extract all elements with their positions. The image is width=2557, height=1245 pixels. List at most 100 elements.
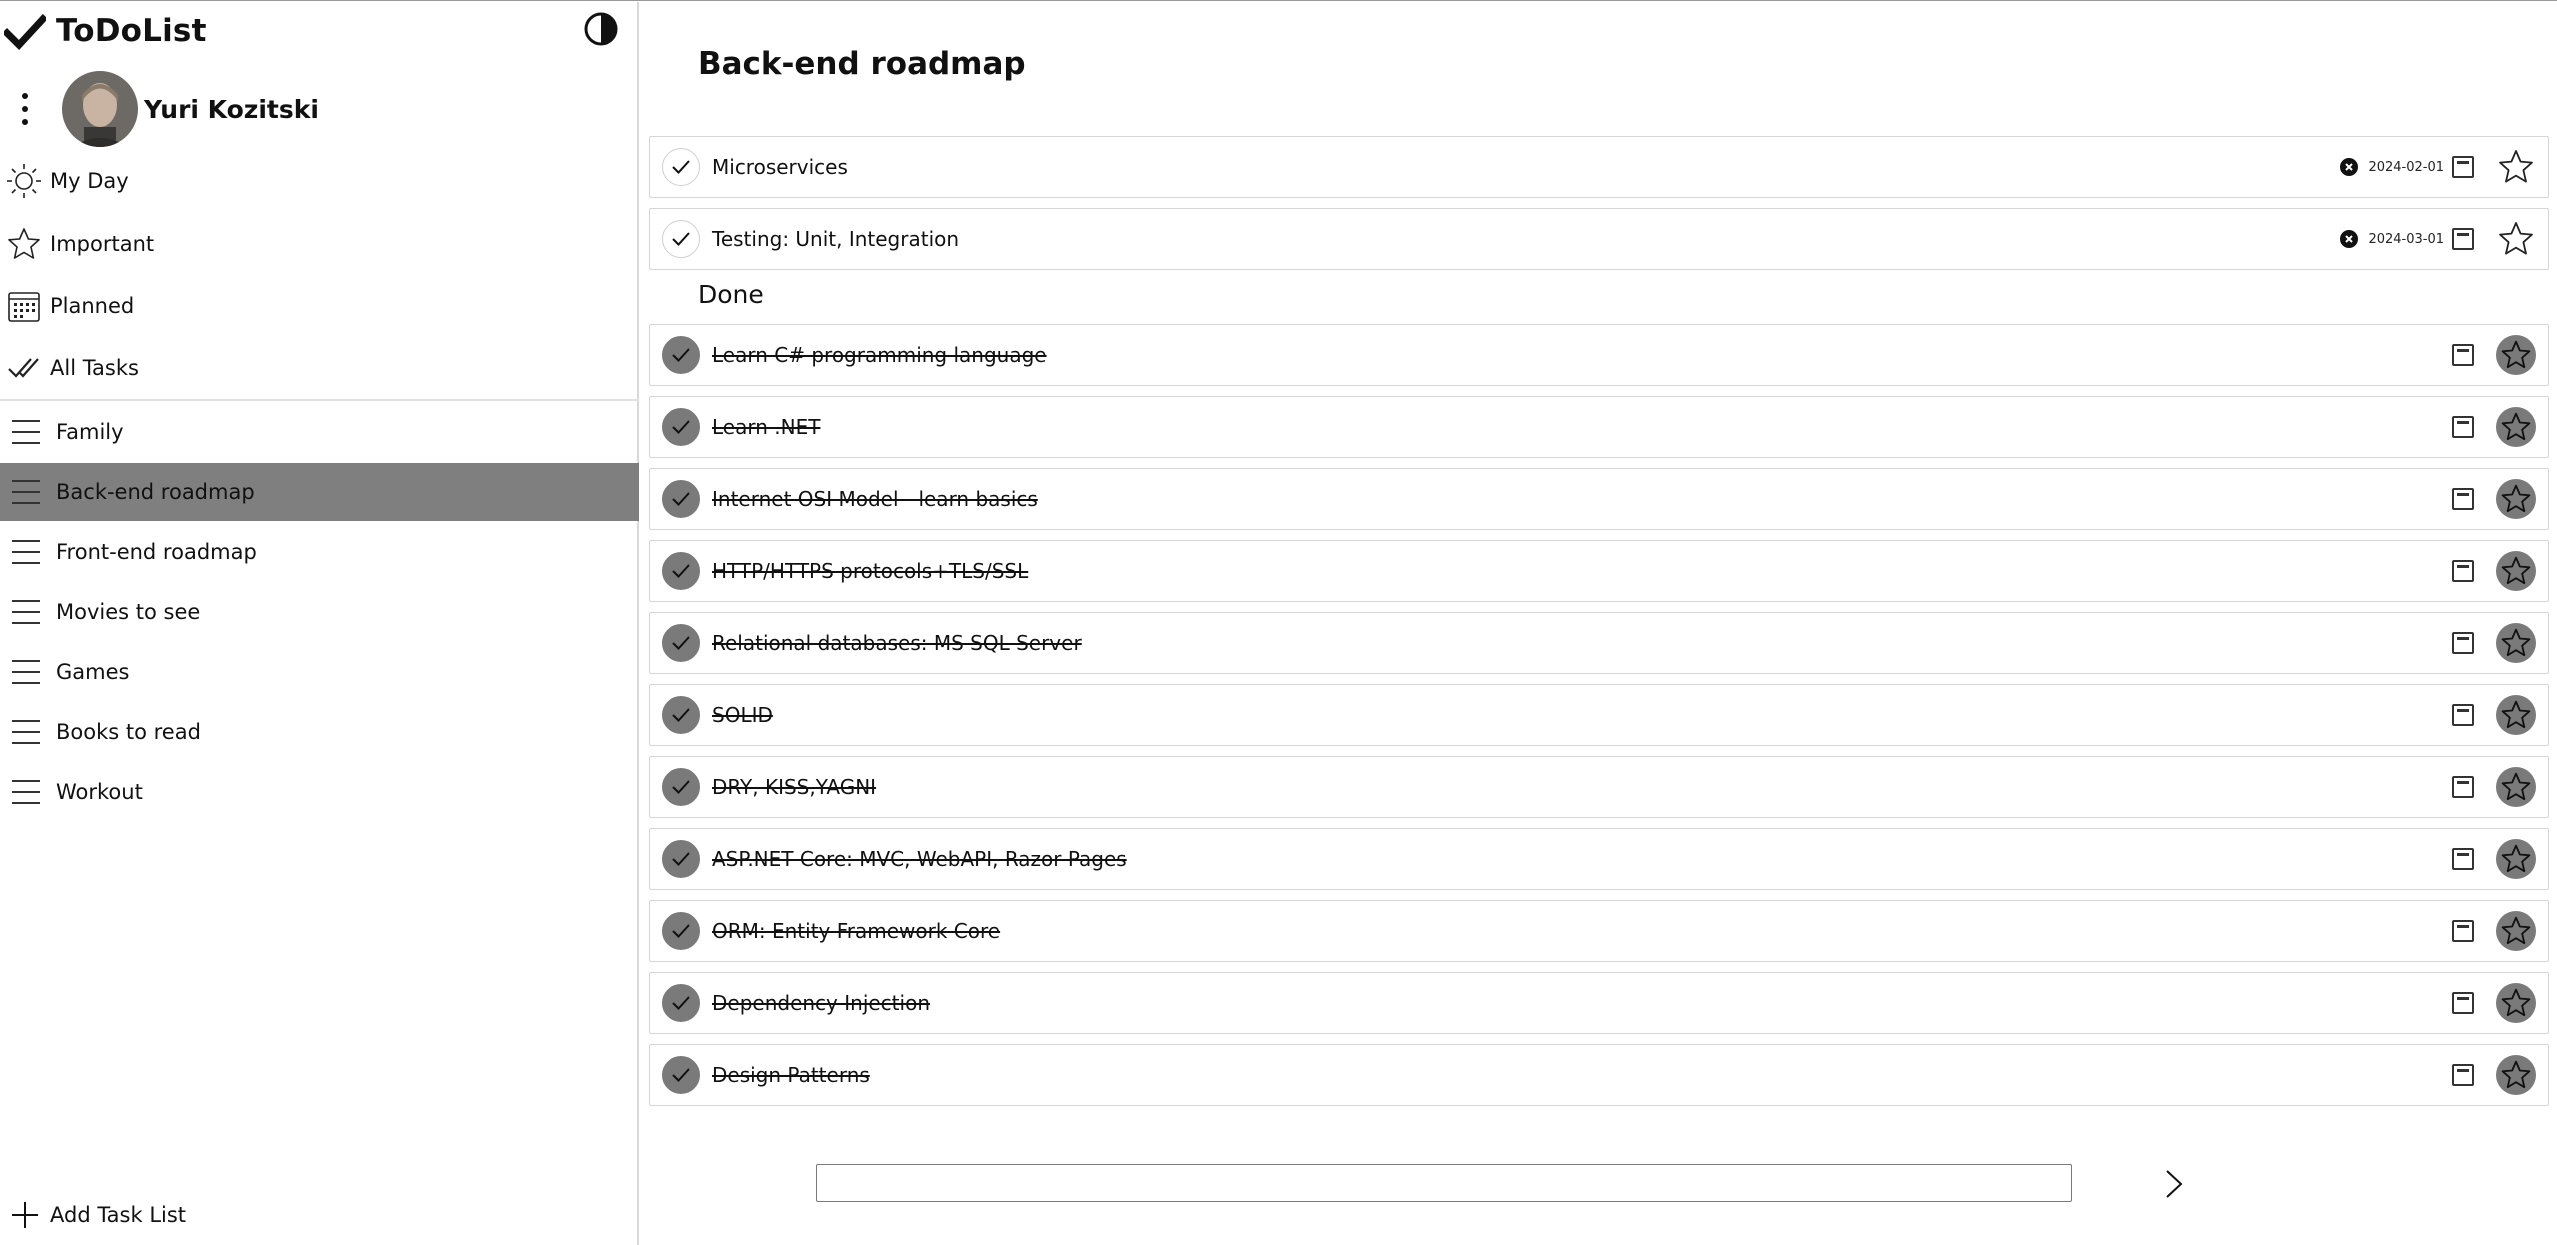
clear-date-icon[interactable] [2340, 158, 2359, 176]
task-text[interactable]: Dependency Injection [712, 991, 2452, 1015]
pending-tasks: Microservices 2024-02-01 Testing: Unit, In… [649, 136, 2549, 270]
complete-check-icon[interactable] [662, 768, 700, 806]
done-task-row[interactable]: ORM: Entity Framework Core [649, 900, 2549, 962]
complete-check-icon[interactable] [662, 912, 700, 950]
date-picker-icon[interactable] [2452, 992, 2474, 1014]
list-icon [12, 660, 40, 684]
task-text[interactable]: Design Patterns [712, 1063, 2452, 1087]
nav-my-day[interactable]: My Day [0, 153, 639, 209]
list-item-back-end-roadmap[interactable]: Back-end roadmap [0, 463, 639, 521]
important-star-icon[interactable] [2496, 551, 2536, 591]
complete-check-icon[interactable] [662, 480, 700, 518]
star-icon [4, 224, 44, 264]
complete-check-icon[interactable] [662, 336, 700, 374]
complete-check-icon[interactable] [662, 696, 700, 734]
done-task-row[interactable]: HTTP/HTTPS protocols+TLS/SSL [649, 540, 2549, 602]
task-text[interactable]: ORM: Entity Framework Core [712, 919, 2452, 943]
done-task-row[interactable]: Dependency Injection [649, 972, 2549, 1034]
task-row[interactable]: Microservices 2024-02-01 [649, 136, 2549, 198]
list-label: Movies to see [56, 600, 201, 624]
date-picker-icon[interactable] [2452, 228, 2474, 250]
done-task-row[interactable]: Learn C# programming language [649, 324, 2549, 386]
done-task-row[interactable]: Relational databases: MS SQL Server [649, 612, 2549, 674]
list-label: Games [56, 660, 130, 684]
task-text[interactable]: Internet OSI Model - learn basics [712, 487, 2452, 511]
important-star-icon[interactable] [2496, 839, 2536, 879]
date-picker-icon[interactable] [2452, 920, 2474, 942]
nav-important[interactable]: Important [0, 216, 639, 272]
important-star-icon[interactable] [2496, 407, 2536, 447]
complete-check-icon[interactable] [662, 984, 700, 1022]
list-item-books-to-read[interactable]: Books to read [0, 703, 639, 761]
list-icon [12, 780, 40, 804]
clear-date-icon[interactable] [2340, 230, 2359, 248]
new-task-input[interactable] [816, 1164, 2072, 1202]
task-text[interactable]: Learn C# programming language [712, 343, 2452, 367]
important-star-icon[interactable] [2496, 767, 2536, 807]
nav-planned[interactable]: Planned [0, 278, 639, 334]
avatar[interactable] [62, 71, 138, 147]
date-picker-icon[interactable] [2452, 704, 2474, 726]
task-text[interactable]: HTTP/HTTPS protocols+TLS/SSL [712, 559, 2452, 583]
important-star-icon[interactable] [2496, 623, 2536, 663]
important-star-icon[interactable] [2496, 147, 2536, 187]
task-text[interactable]: Relational databases: MS SQL Server [712, 631, 2452, 655]
task-text[interactable]: Microservices [712, 155, 2340, 179]
nav-label: Important [50, 232, 155, 256]
date-picker-icon[interactable] [2452, 560, 2474, 582]
task-text[interactable]: DRY, KISS,YAGNI [712, 775, 2452, 799]
add-task-list-button[interactable]: Add Task List [0, 1195, 186, 1235]
complete-check-icon[interactable] [662, 552, 700, 590]
list-label: Back-end roadmap [56, 480, 255, 504]
date-picker-icon[interactable] [2452, 776, 2474, 798]
complete-check-icon[interactable] [662, 840, 700, 878]
nav-all-tasks[interactable]: All Tasks [0, 340, 639, 396]
list-label: Workout [56, 780, 143, 804]
user-profile: Yuri Kozitski [0, 70, 639, 148]
theme-toggle-icon[interactable] [583, 11, 619, 47]
complete-check-icon[interactable] [662, 220, 700, 258]
list-item-movies-to-see[interactable]: Movies to see [0, 583, 639, 641]
list-item-games[interactable]: Games [0, 643, 639, 701]
done-task-row[interactable]: SOLID [649, 684, 2549, 746]
more-options-icon[interactable] [18, 91, 32, 127]
important-star-icon[interactable] [2496, 1055, 2536, 1095]
task-row[interactable]: Testing: Unit, Integration 2024-03-01 [649, 208, 2549, 270]
date-picker-icon[interactable] [2452, 488, 2474, 510]
important-star-icon[interactable] [2496, 695, 2536, 735]
date-picker-icon[interactable] [2452, 416, 2474, 438]
done-task-row[interactable]: Internet OSI Model - learn basics [649, 468, 2549, 530]
list-item-family[interactable]: Family [0, 403, 639, 461]
date-picker-icon[interactable] [2452, 1064, 2474, 1086]
date-picker-icon[interactable] [2452, 632, 2474, 654]
complete-check-icon[interactable] [662, 1056, 700, 1094]
list-item-workout[interactable]: Workout [0, 763, 639, 821]
important-star-icon[interactable] [2496, 479, 2536, 519]
submit-task-button[interactable] [2154, 1165, 2194, 1203]
complete-check-icon[interactable] [662, 148, 700, 186]
plus-icon [10, 1200, 40, 1230]
date-picker-icon[interactable] [2452, 344, 2474, 366]
list-label: Front-end roadmap [56, 540, 257, 564]
task-text[interactable]: SOLID [712, 703, 2452, 727]
task-text[interactable]: ASP.NET Core: MVC, WebAPI, Razor Pages [712, 847, 2452, 871]
important-star-icon[interactable] [2496, 983, 2536, 1023]
done-task-row[interactable]: DRY, KISS,YAGNI [649, 756, 2549, 818]
date-picker-icon[interactable] [2452, 848, 2474, 870]
brand: ToDoList [4, 10, 207, 52]
nav-label: All Tasks [50, 356, 139, 380]
important-star-icon[interactable] [2496, 335, 2536, 375]
done-heading: Done [698, 280, 764, 309]
done-task-row[interactable]: Learn .NET [649, 396, 2549, 458]
done-task-row[interactable]: ASP.NET Core: MVC, WebAPI, Razor Pages [649, 828, 2549, 890]
complete-check-icon[interactable] [662, 624, 700, 662]
task-text[interactable]: Learn .NET [712, 415, 2452, 439]
list-item-front-end-roadmap[interactable]: Front-end roadmap [0, 523, 639, 581]
double-check-icon [4, 348, 44, 388]
important-star-icon[interactable] [2496, 219, 2536, 259]
date-picker-icon[interactable] [2452, 156, 2474, 178]
task-text[interactable]: Testing: Unit, Integration [712, 227, 2340, 251]
important-star-icon[interactable] [2496, 911, 2536, 951]
complete-check-icon[interactable] [662, 408, 700, 446]
done-task-row[interactable]: Design Patterns [649, 1044, 2549, 1106]
